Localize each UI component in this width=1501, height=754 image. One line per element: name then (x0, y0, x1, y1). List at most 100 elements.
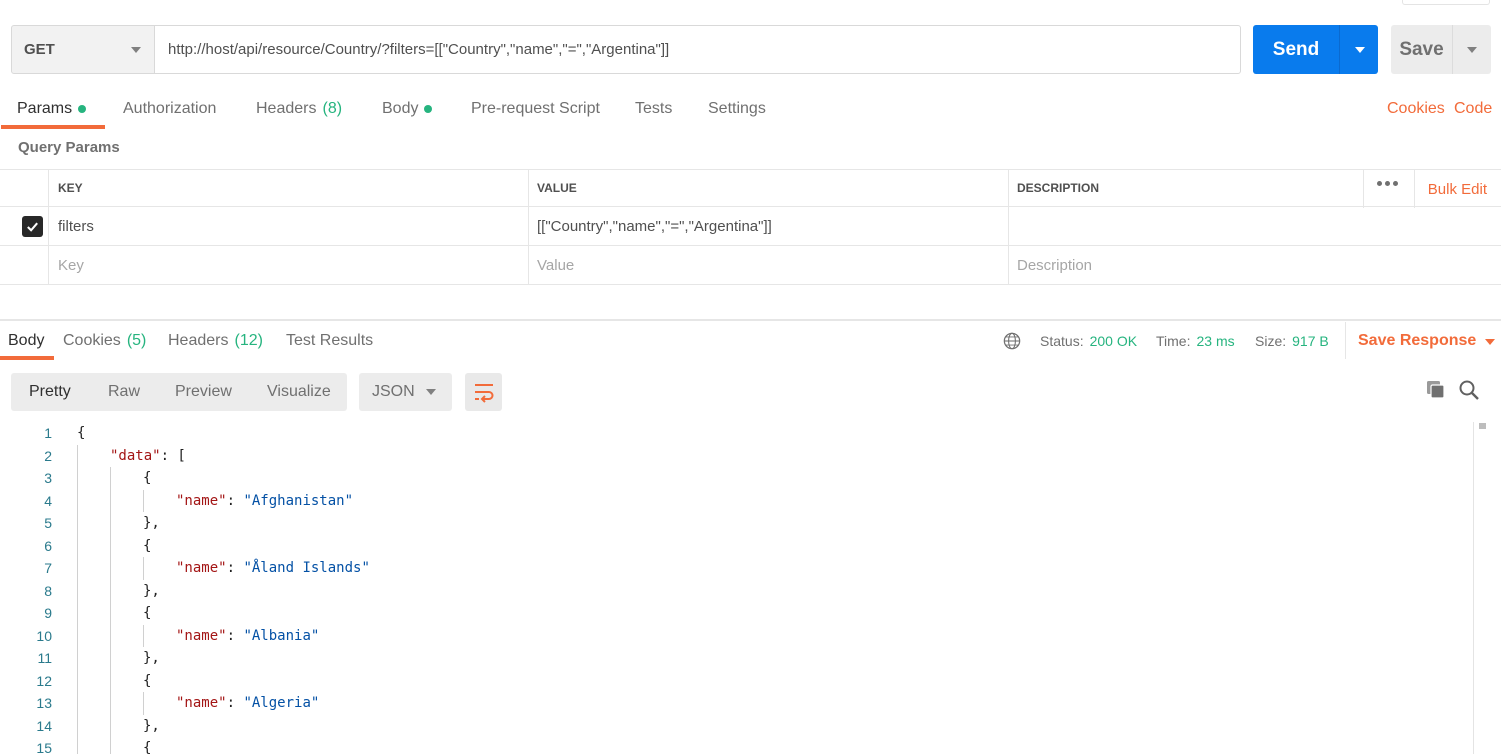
indent-guide (77, 444, 78, 754)
param-value-cell[interactable]: [["Country","name","=","Argentina"]] (528, 207, 1008, 245)
chevron-down-icon[interactable] (1355, 47, 1365, 53)
param-description-cell[interactable] (1008, 207, 1501, 245)
resp-tab-body[interactable]: Body (8, 322, 44, 359)
globe-icon[interactable] (1003, 332, 1021, 350)
time-label: Time: (1156, 332, 1191, 349)
tab-count: (12) (234, 331, 263, 349)
new-value-input[interactable]: Value (528, 246, 1008, 284)
wrap-lines-icon (474, 384, 493, 403)
status-value[interactable]: 200 OK (1090, 333, 1137, 349)
tab-label: Body (8, 331, 45, 349)
time-value[interactable]: 23 ms (1196, 333, 1234, 349)
view-visualize-button[interactable]: Visualize (267, 373, 331, 411)
vertical-scrollbar-thumb[interactable] (1479, 423, 1486, 429)
tab-label: Body (382, 100, 419, 117)
new-key-input[interactable]: Key (48, 246, 528, 284)
save-button[interactable]: Save (1391, 25, 1491, 74)
code-text: "name": "Albania" (176, 627, 320, 644)
resp-tab-headers[interactable]: Headers (12) (168, 322, 263, 359)
url-input[interactable]: http://host/api/resource/Country/?filter… (154, 25, 1241, 74)
code-text: { (143, 470, 152, 486)
size-label: Size: (1255, 332, 1287, 349)
line-number: 6 (44, 537, 52, 554)
window-stub (1402, 0, 1490, 5)
row-check-cell (0, 207, 48, 245)
line-number: 14 (36, 717, 52, 734)
language-label: JSON (372, 383, 415, 400)
tab-body[interactable]: Body (382, 90, 433, 128)
line-number: 15 (36, 740, 52, 754)
tab-count: (5) (126, 331, 147, 349)
code-text: }, (143, 717, 160, 734)
code-text: { (143, 537, 152, 554)
status-dot (424, 105, 433, 113)
header-key: KEY (48, 170, 528, 206)
line-number: 11 (37, 650, 52, 666)
tab-tests[interactable]: Tests (635, 90, 672, 128)
line-number: 2 (44, 447, 52, 464)
line-number: 9 (44, 605, 52, 621)
save-label: Save (1399, 38, 1444, 60)
code-line: 8}, (0, 580, 1474, 603)
copy-icon[interactable] (1425, 379, 1447, 401)
method-label: GET (24, 41, 55, 58)
more-options-icon[interactable] (1377, 181, 1398, 186)
code-text: { (143, 672, 152, 689)
tab-authorization[interactable]: Authorization (123, 90, 216, 128)
status-info: Status: 200 OK (1040, 322, 1137, 359)
time-info: Time: 23 ms (1156, 322, 1235, 359)
cookies-link[interactable]: Cookies (1387, 90, 1445, 128)
save-response-label: Save Response (1358, 331, 1477, 349)
bulk-edit-link[interactable]: Bulk Edit (1413, 170, 1487, 208)
request-tabs: Params Authorization Headers (8) Body Pre… (0, 90, 1501, 130)
query-params-table: KEY VALUE DESCRIPTION Bulk Edit filters … (0, 169, 1501, 285)
tab-settings[interactable]: Settings (708, 90, 766, 128)
param-key-cell[interactable]: filters (48, 207, 528, 245)
resp-tab-cookies[interactable]: Cookies (5) (63, 322, 146, 359)
active-tab-indicator (1, 125, 105, 129)
tab-headers[interactable]: Headers (8) (256, 90, 342, 128)
view-pretty-button[interactable]: Pretty (29, 373, 71, 411)
tab-count: (8) (322, 100, 343, 117)
size-value[interactable]: 917 B (1292, 333, 1329, 349)
tab-label: Cookies (63, 331, 121, 349)
vertical-scrollbar-track[interactable] (1473, 422, 1474, 754)
line-number: 7 (44, 560, 52, 576)
status-dot (78, 105, 87, 113)
resp-tab-test-results[interactable]: Test Results (286, 322, 373, 359)
code-line: 3{ (0, 467, 1474, 490)
chevron-down-icon[interactable] (1467, 47, 1477, 53)
active-tab-indicator (0, 356, 54, 360)
response-body-code[interactable]: 1{2 "data": [3{4 "name": "Afghanistan" 5}, 6… (0, 422, 1474, 754)
tab-label: Authorization (123, 100, 217, 117)
view-preview-button[interactable]: Preview (175, 373, 232, 411)
chevron-down-icon (1485, 338, 1496, 345)
save-response-button[interactable]: Save Response (1345, 322, 1496, 359)
new-description-input[interactable]: Description (1008, 246, 1501, 284)
wrap-lines-button[interactable] (465, 373, 502, 411)
response-divider[interactable] (0, 319, 1501, 321)
tab-pre-request-script[interactable]: Pre-request Script (471, 90, 600, 128)
language-select[interactable]: JSON (359, 373, 452, 411)
search-icon[interactable] (1458, 379, 1480, 401)
param-checkbox[interactable] (21, 215, 43, 237)
tab-params[interactable]: Params (17, 90, 87, 128)
line-number: 13 (36, 695, 52, 711)
chevron-down-icon (131, 47, 141, 53)
send-label: Send (1272, 38, 1320, 60)
view-raw-button[interactable]: Raw (108, 373, 140, 411)
send-button[interactable]: Send (1253, 25, 1378, 74)
chevron-down-icon (426, 389, 436, 395)
line-number: 5 (44, 515, 52, 531)
table-header-row: KEY VALUE DESCRIPTION Bulk Edit (0, 169, 1501, 208)
method-select[interactable]: GET (11, 25, 155, 74)
line-number: 12 (36, 672, 52, 689)
code-text: "name": "Afghanistan" (176, 492, 354, 509)
code-link[interactable]: Code (1454, 90, 1492, 128)
code-text: { (143, 605, 152, 621)
code-line: 11}, (0, 647, 1474, 670)
indent-guide (110, 467, 111, 754)
code-line: 2 "data": [ (0, 445, 1474, 468)
line-number: 8 (44, 582, 52, 599)
code-line: 6{ (0, 535, 1474, 558)
